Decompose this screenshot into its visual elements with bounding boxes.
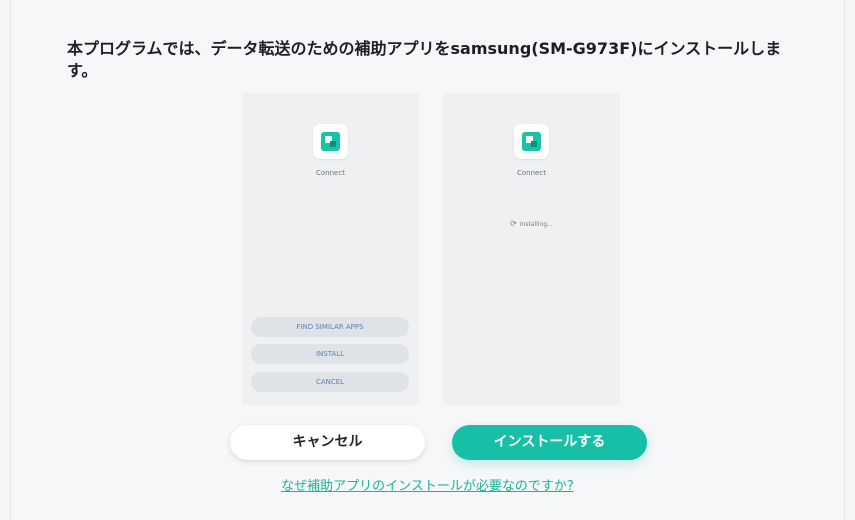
app-name-label: Connect (316, 169, 345, 177)
install-button[interactable]: インストールする (452, 425, 647, 460)
refresh-icon: ⟳ (510, 219, 517, 228)
install-message: 本プログラムでは、データ転送のための補助アプリをsamsung(SM-G973F… (67, 39, 782, 80)
app-name-label: Connect (517, 169, 546, 177)
cancel-button[interactable]: キャンセル (230, 425, 425, 460)
phone-preview-prompt: Connect FIND SIMILAR APPS INSTALL CANCEL (242, 93, 419, 405)
installing-label: Installing... (519, 221, 553, 228)
phone-preview-installing: Connect ⟳ Installing... (443, 93, 620, 405)
connect-app-icon (313, 124, 348, 159)
find-similar-apps-button: FIND SIMILAR APPS (251, 317, 409, 337)
install-preview-button: INSTALL (251, 344, 409, 364)
installing-status: ⟳ Installing... (443, 219, 620, 228)
cancel-preview-button: CANCEL (251, 372, 409, 392)
install-helper-dialog: 本プログラムでは、データ転送のための補助アプリをsamsung(SM-G973F… (10, 0, 845, 520)
help-link[interactable]: なぜ補助アプリのインストールが必要なのですか? (0, 475, 855, 494)
connect-app-icon (514, 124, 549, 159)
